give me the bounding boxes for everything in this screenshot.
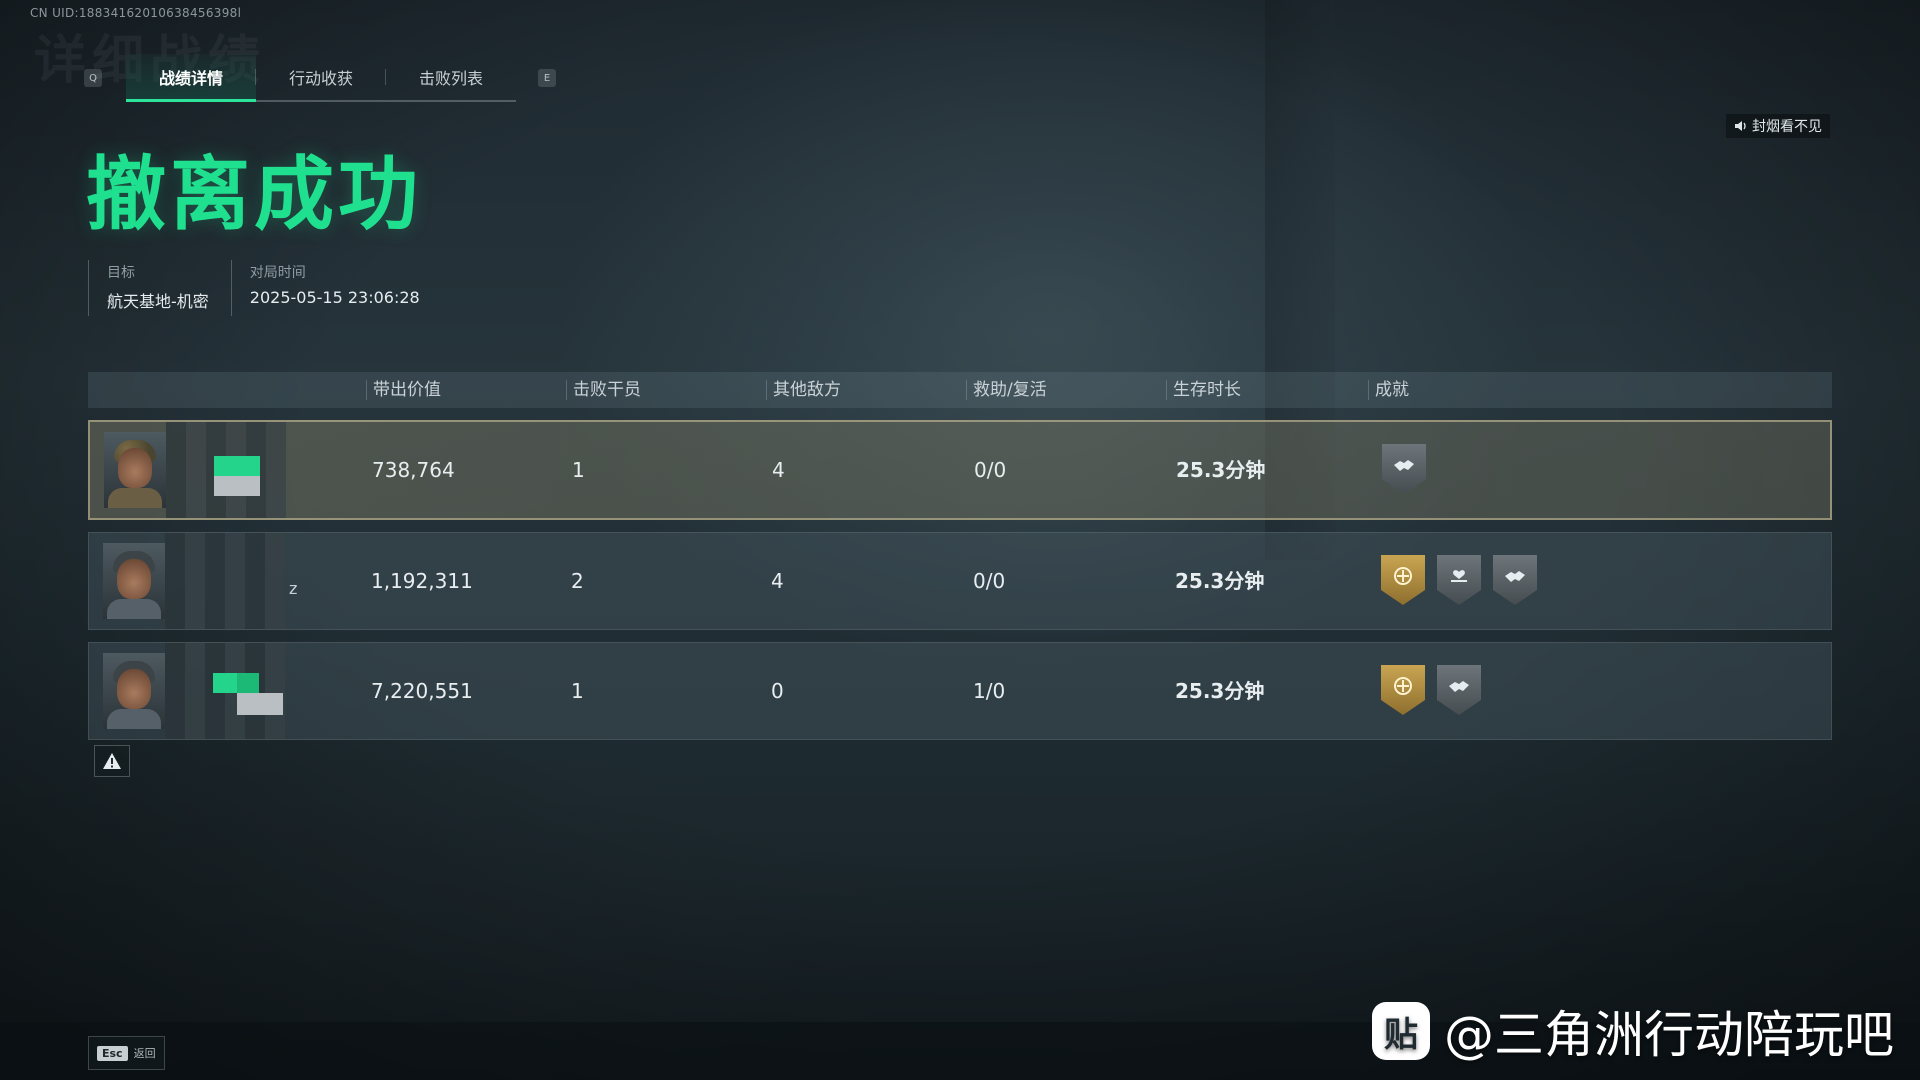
header-extract-value: 带出价值 xyxy=(366,380,441,400)
tab-label: 行动收获 xyxy=(288,69,353,88)
extract-value: 1,192,311 xyxy=(371,569,473,593)
handshake-badge-icon[interactable] xyxy=(1437,665,1481,715)
table-row[interactable]: z 1,192,311 2 4 0/0 25.3分钟 xyxy=(88,532,1832,630)
speaker-icon xyxy=(1735,121,1746,131)
back-label: 返回 xyxy=(133,1047,156,1060)
tieba-logo-icon: 贴 xyxy=(1372,1002,1430,1060)
extract-value: 738,764 xyxy=(372,458,455,482)
handshake-badge-icon[interactable] xyxy=(1493,555,1537,605)
censored-name xyxy=(165,533,285,629)
handshake-badge-icon[interactable] xyxy=(1382,444,1426,494)
table-header: 带出价值 击败干员 其他敌方 救助/复活 生存时长 成就 xyxy=(88,372,1832,408)
operators-defeated: 1 xyxy=(571,679,584,703)
assist-revive: 0/0 xyxy=(974,458,1007,482)
rank-chip xyxy=(213,673,237,693)
rank-chip xyxy=(214,456,260,476)
match-meta: 目标 航天基地-机密 对局时间 2025-05-15 23:06:28 xyxy=(88,260,442,316)
header-assist-revive: 救助/复活 xyxy=(966,380,1047,400)
rank-chip xyxy=(237,693,283,715)
survival-time: 25.3分钟 xyxy=(1175,569,1265,593)
header-operators-defeated: 击败干员 xyxy=(566,380,641,400)
avatar xyxy=(104,432,166,508)
header-other-enemies: 其他敌方 xyxy=(766,380,841,400)
other-enemies: 4 xyxy=(772,458,785,482)
time-label: 对局时间 xyxy=(249,265,306,281)
result-title: 撤离成功 xyxy=(86,148,422,241)
table-row[interactable]: 7,220,551 1 0 1/0 25.3分钟 xyxy=(88,642,1832,740)
achievement-badges xyxy=(1381,555,1537,605)
watermark: 贴 @三角洲行动陪玩吧 xyxy=(1372,995,1894,1067)
assist-revive: 0/0 xyxy=(973,569,1006,593)
tab-list: 战绩详情 行动收获 击败列表 xyxy=(126,54,516,102)
target-label: 目标 xyxy=(107,265,135,281)
heart-hand-badge-icon[interactable] xyxy=(1437,555,1481,605)
achievement-badges xyxy=(1381,665,1481,715)
header-achievements: 成就 xyxy=(1368,380,1409,400)
sound-button-label: 封烟看不见 xyxy=(1752,119,1822,135)
prev-tab-key[interactable]: Q xyxy=(84,69,102,87)
operators-defeated: 1 xyxy=(572,458,585,482)
player-name-fragment: z xyxy=(289,579,298,598)
survival-time: 25.3分钟 xyxy=(1175,679,1265,703)
tab-label: 战绩详情 xyxy=(158,69,223,88)
table-row[interactable]: 738,764 1 4 0/0 25.3分钟 xyxy=(88,420,1832,520)
tab-kill-list[interactable]: 击败列表 xyxy=(386,54,516,100)
header-survival-time: 生存时长 xyxy=(1166,380,1241,400)
tab-match-details[interactable]: 战绩详情 xyxy=(126,54,256,102)
target-block: 目标 航天基地-机密 xyxy=(88,260,231,316)
tab-action-loot[interactable]: 行动收获 xyxy=(256,54,386,100)
sound-button[interactable]: 封烟看不见 xyxy=(1726,114,1830,138)
medal-badge-icon[interactable] xyxy=(1381,555,1425,605)
medal-badge-icon[interactable] xyxy=(1381,665,1425,715)
extract-value: 7,220,551 xyxy=(371,679,473,703)
stats-table: 带出价值 击败干员 其他敌方 救助/复活 生存时长 成就 738,764 1 4… xyxy=(88,372,1832,740)
target-value: 航天基地-机密 xyxy=(107,292,209,311)
operators-defeated: 2 xyxy=(571,569,584,593)
rank-chip xyxy=(237,673,259,693)
back-button[interactable]: Esc 返回 xyxy=(88,1036,165,1070)
achievement-badges xyxy=(1382,444,1426,494)
next-tab-key[interactable]: E xyxy=(538,69,556,87)
tab-label: 击败列表 xyxy=(418,69,483,88)
avatar xyxy=(103,653,165,729)
esc-key: Esc xyxy=(97,1045,128,1061)
assist-revive: 1/0 xyxy=(973,679,1006,703)
other-enemies: 4 xyxy=(771,569,784,593)
watermark-text: @三角洲行动陪玩吧 xyxy=(1444,1006,1894,1064)
time-block: 对局时间 2025-05-15 23:06:28 xyxy=(230,260,442,316)
warning-icon[interactable] xyxy=(94,745,130,777)
tab-bar: Q 战绩详情 行动收获 击败列表 E xyxy=(84,54,556,102)
survival-time: 25.3分钟 xyxy=(1176,458,1266,482)
rank-chip xyxy=(214,476,260,496)
time-value: 2025-05-15 23:06:28 xyxy=(249,288,420,307)
other-enemies: 0 xyxy=(771,679,784,703)
avatar xyxy=(103,543,165,619)
